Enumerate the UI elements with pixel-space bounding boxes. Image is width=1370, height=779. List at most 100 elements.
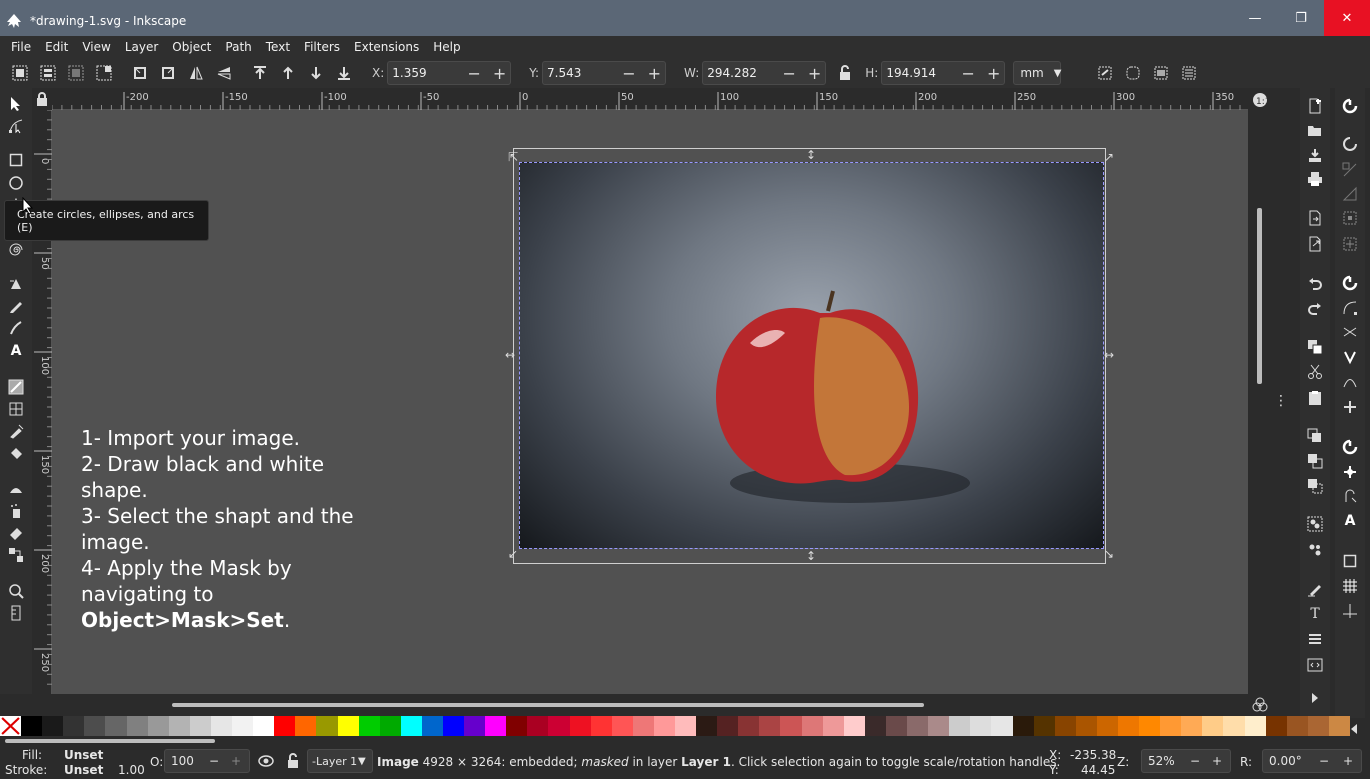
palette-swatch[interactable] [991,716,1013,736]
fill-value[interactable]: Unset [64,748,103,762]
expand-commands-icon[interactable] [1305,688,1325,708]
palette-swatch[interactable] [843,716,865,736]
xml-editor-icon[interactable] [1305,655,1325,675]
palette-swatch[interactable] [1328,716,1350,736]
palette-swatch[interactable] [928,716,950,736]
palette-swatch[interactable] [1244,716,1266,736]
palette-swatch[interactable] [822,716,844,736]
palette-swatch[interactable] [316,716,338,736]
close-button[interactable]: ✕ [1324,0,1370,36]
snap-nodes-icon[interactable] [1340,273,1360,293]
group-icon[interactable] [1305,514,1325,534]
palette-swatch[interactable] [1160,716,1182,736]
vertical-scrollbar[interactable] [1257,208,1262,384]
snap-rotation-center-icon[interactable] [1340,486,1360,506]
horizontal-scrollbar[interactable] [172,703,924,707]
palette-swatch[interactable] [168,716,190,736]
rotation-input[interactable]: 0.00° − + [1262,749,1362,773]
snap-bbox-corners-icon[interactable] [1340,184,1360,204]
layers-icon[interactable] [1305,629,1325,649]
palette-swatch[interactable] [105,716,127,736]
palette-swatch[interactable] [1181,716,1203,736]
scale-stroke-icon[interactable] [1094,62,1116,84]
palette-swatch[interactable] [759,716,781,736]
snap-smooth-nodes-icon[interactable] [1340,372,1360,392]
select-all-icon[interactable] [9,62,31,84]
text-tool-icon[interactable]: A [6,341,26,361]
snap-guides-icon[interactable] [1340,601,1360,621]
palette-swatch[interactable] [506,716,528,736]
w-increment-icon[interactable]: + [808,64,821,83]
select-all-layers-icon[interactable] [37,62,59,84]
palette-swatch[interactable] [189,716,211,736]
palette-swatch[interactable] [696,716,718,736]
raise-to-top-icon[interactable] [249,62,271,84]
rotate-ccw-icon[interactable] [129,62,151,84]
palette-swatch[interactable] [1265,716,1287,736]
lower-to-bottom-icon[interactable] [333,62,355,84]
instruction-text[interactable]: 1- Import your image. 2- Draw black and … [81,425,411,633]
y-input[interactable]: 7.543 − + [542,61,667,85]
display-mode-icon[interactable] [1252,697,1268,716]
copy-icon[interactable] [1305,337,1325,357]
zoom-correction-icon[interactable]: 1:1 [1252,92,1270,111]
palette-swatch[interactable] [295,716,317,736]
pencil-tool-icon[interactable] [6,296,26,316]
scale-corners-icon[interactable] [1122,62,1144,84]
w-input[interactable]: 294.282 − + [702,61,827,85]
zoom-tool-icon[interactable] [6,581,26,601]
spray-tool-icon[interactable] [6,501,26,521]
palette-swatch[interactable] [421,716,443,736]
palette-menu-icon[interactable] [1349,723,1359,738]
scale-handle-left-icon[interactable]: ↔ [505,348,515,362]
snap-object-centers-icon[interactable] [1340,462,1360,482]
mesh-tool-icon[interactable] [6,399,26,419]
h-input[interactable]: 194.914 − + [881,61,1006,85]
raise-icon[interactable] [277,62,299,84]
fill-stroke-icon[interactable] [1305,579,1325,599]
zoom-decrement-icon[interactable]: − [1190,754,1200,768]
zoom-input[interactable]: 52% − + [1141,749,1231,773]
scale-handle-top-right-icon[interactable]: ↗ [1104,150,1114,164]
save-icon[interactable] [1305,145,1325,165]
snap-others-icon[interactable] [1340,437,1360,457]
clone-icon[interactable] [1305,451,1325,471]
palette-swatch[interactable] [569,716,591,736]
snap-bbox-icon[interactable] [1340,134,1360,154]
opacity-input[interactable]: 100 − + [164,749,250,773]
palette-swatch[interactable] [1075,716,1097,736]
snap-paths-icon[interactable] [1340,298,1360,318]
redo-icon[interactable] [1305,298,1325,318]
palette-swatch[interactable] [1223,716,1245,736]
guide-lock-icon[interactable] [36,92,48,109]
lower-icon[interactable] [305,62,327,84]
spiral-tool-icon[interactable] [6,240,26,260]
scale-handle-bottom-icon[interactable]: ↕ [806,549,816,563]
menu-extensions[interactable]: Extensions [347,40,426,54]
palette-swatch[interactable] [274,716,296,736]
palette-swatch[interactable] [675,716,697,736]
canvas[interactable]: 1- Import your image. 2- Draw black and … [52,110,1248,694]
palette-swatch[interactable] [611,716,633,736]
node-tool-icon[interactable] [6,116,26,136]
menu-text[interactable]: Text [259,40,297,54]
menu-filters[interactable]: Filters [297,40,347,54]
text-font-icon[interactable]: T [1305,604,1325,624]
snap-midpoints-icon[interactable] [1340,397,1360,417]
export-icon[interactable] [1305,234,1325,254]
cut-icon[interactable] [1305,362,1325,382]
palette-swatch[interactable] [949,716,971,736]
palette-swatch[interactable] [21,716,43,736]
palette-swatch[interactable] [400,716,422,736]
scale-handle-top-icon[interactable]: ↕ [806,148,816,162]
palette-swatch[interactable] [1117,716,1140,736]
palette-swatch[interactable] [632,716,654,736]
palette-swatch[interactable] [379,716,401,736]
x-increment-icon[interactable]: + [493,64,506,83]
gradient-tool-icon[interactable] [6,377,26,397]
x-decrement-icon[interactable]: − [467,64,480,83]
stroke-value[interactable]: Unset [64,763,103,777]
palette-swatch[interactable] [738,716,760,736]
paint-bucket-tool-icon[interactable] [6,443,26,463]
palette-swatch[interactable] [63,716,85,736]
